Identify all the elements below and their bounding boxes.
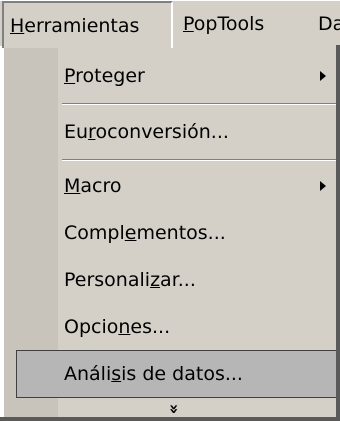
menu-datos[interactable]: Da [316, 1, 340, 47]
menu-item-complementos[interactable]: Complementos... [4, 208, 340, 258]
menu-bar: Herramientas PopTools Da [0, 0, 340, 48]
submenu-arrow-icon [320, 181, 326, 191]
menu-separator [62, 103, 338, 105]
menu-item-proteger[interactable]: Proteger [4, 51, 340, 101]
submenu-arrow-icon [320, 71, 326, 81]
menu-item-label: Proteger [64, 65, 145, 87]
menu-herramientas-post: erramientas [24, 15, 140, 37]
menu-item-label: Opciones... [64, 316, 171, 338]
expand-menu-chevron-icon[interactable]: » [160, 399, 184, 419]
menu-item-personalizar[interactable]: Personalizar... [4, 255, 340, 305]
menu-item-label: Euroconversión... [64, 121, 229, 143]
menu-datos-pre: Da [318, 13, 340, 35]
menu-herramientas-key: H [10, 15, 25, 37]
menu-item-label: Análisis de datos... [64, 363, 243, 385]
menu-shadow-bottom [0, 417, 340, 421]
menu-poptools[interactable]: PopTools [173, 1, 316, 47]
menu-item-label: Personalizar... [64, 269, 196, 291]
menu-item-euroconversion[interactable]: Euroconversión... [4, 107, 340, 157]
menu-item-analisis-de-datos[interactable]: Análisis de datos... [16, 350, 338, 398]
herramientas-dropdown: Proteger Euroconversión... Macro Complem… [2, 45, 340, 421]
menu-poptools-post: opTools [193, 13, 265, 35]
menu-item-macro[interactable]: Macro [4, 161, 340, 211]
menu-item-label: Macro [64, 175, 122, 197]
menu-item-label: Complementos... [64, 222, 226, 244]
menu-poptools-key: P [183, 13, 194, 35]
menu-item-opciones[interactable]: Opciones... [4, 302, 340, 352]
menu-herramientas[interactable]: Herramientas [2, 1, 173, 48]
menu-shadow-right [336, 45, 340, 421]
